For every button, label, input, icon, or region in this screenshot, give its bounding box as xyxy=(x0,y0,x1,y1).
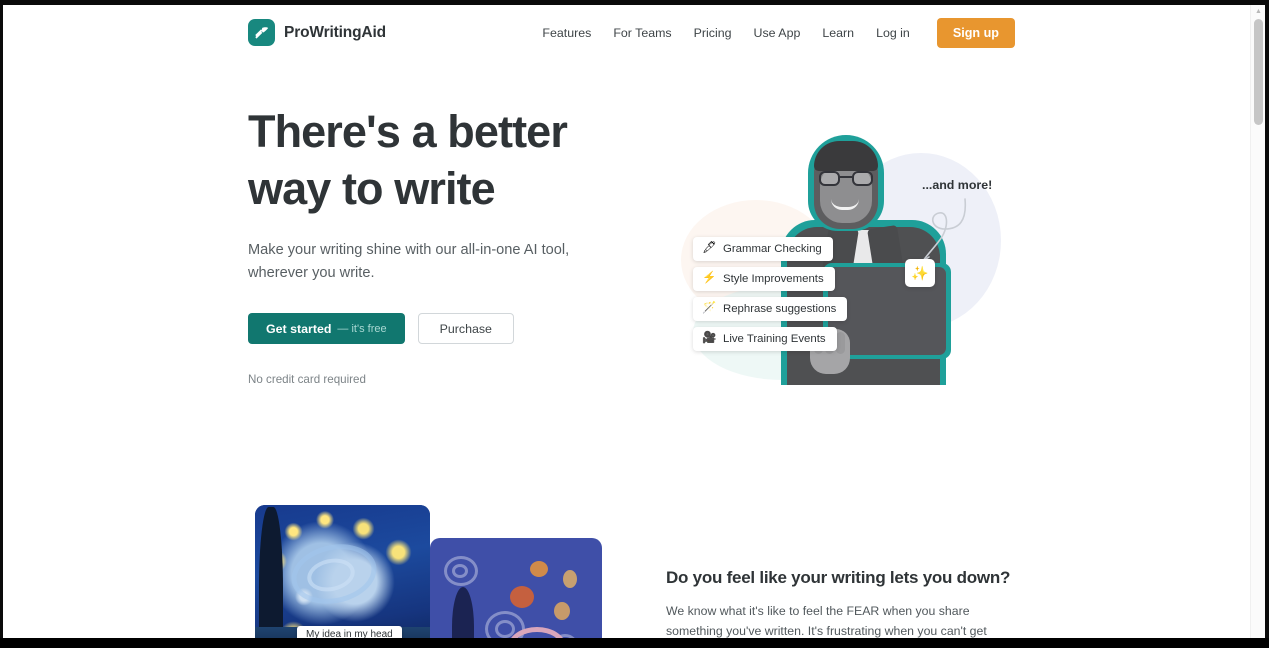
brand-logo[interactable]: ProWritingAid xyxy=(248,19,386,46)
hero-illustration: ...and more! ✨ 🖋 Grammar Checking ⚡ Styl xyxy=(663,115,1013,390)
feature-chip-label: Rephrase suggestions xyxy=(723,303,837,315)
feature-chip-label: Grammar Checking xyxy=(723,243,822,255)
feature-chip-list: 🖋 Grammar Checking ⚡ Style Improvements … xyxy=(693,237,848,357)
feature-chip-rephrase-suggestions[interactable]: 🪄 Rephrase suggestions xyxy=(693,297,848,321)
glasses-lens-left xyxy=(819,171,840,186)
feature-chip-live-training-events[interactable]: 🎥 Live Training Events xyxy=(693,327,837,351)
page-content: ProWritingAid Features For Teams Pricing… xyxy=(3,5,1250,638)
swirl-shape xyxy=(452,564,468,578)
section-title: Do you feel like your writing lets you d… xyxy=(666,568,1011,587)
brand-name: ProWritingAid xyxy=(284,23,386,41)
nav-link-pricing[interactable]: Pricing xyxy=(683,26,743,40)
sparkles-badge: ✨ xyxy=(905,259,935,287)
person-hair xyxy=(814,141,878,171)
page-title: There's a better way to write xyxy=(248,103,638,217)
glasses-bridge xyxy=(840,176,852,178)
painting-caption: My idea in my head xyxy=(297,626,402,638)
feature-chip-label: Style Improvements xyxy=(723,273,824,285)
glasses-lens-right xyxy=(852,171,873,186)
simplified-painting xyxy=(430,538,602,638)
nav-link-features[interactable]: Features xyxy=(531,26,602,40)
feature-chip-style-improvements[interactable]: ⚡ Style Improvements xyxy=(693,267,835,291)
section-writing-lets-you-down: Do you feel like your writing lets you d… xyxy=(666,568,1016,638)
hero-subtitle: Make your writing shine with our all-in-… xyxy=(248,242,570,281)
glasses-icon xyxy=(819,171,873,186)
get-started-label: Get started xyxy=(266,321,332,336)
star-blob xyxy=(563,570,577,588)
star-blob xyxy=(510,586,534,608)
browser-window: ProWritingAid Features For Teams Pricing… xyxy=(0,0,1269,648)
no-credit-card-note: No credit card required xyxy=(248,373,366,386)
hero-title-line-2: way to write xyxy=(248,163,496,214)
starry-night-painting: My idea in my head xyxy=(255,505,430,638)
nav-link-use-app[interactable]: Use App xyxy=(743,26,812,40)
nav-link-log-in[interactable]: Log in xyxy=(865,26,921,40)
painting-cypress xyxy=(259,507,283,638)
sign-up-button[interactable]: Sign up xyxy=(936,18,1015,48)
book-pages-icon xyxy=(248,19,275,46)
sparkles-icon: ✨ xyxy=(911,264,929,281)
movie-camera-icon: 🎥 xyxy=(702,332,717,345)
purchase-button[interactable]: Purchase xyxy=(417,313,514,344)
feature-chip-label: Live Training Events xyxy=(723,333,826,345)
section-body: We know what it's like to feel the FEAR … xyxy=(666,604,987,638)
cypress-tree-shape xyxy=(452,587,474,638)
window-bottom-edge xyxy=(0,638,1269,648)
star-blob xyxy=(554,602,570,620)
feather-pen-icon: 🖋 xyxy=(702,242,717,255)
nav-link-learn[interactable]: Learn xyxy=(811,26,865,40)
get-started-sublabel: — it's free xyxy=(337,322,387,335)
feature-chip-grammar-checking[interactable]: 🖋 Grammar Checking xyxy=(693,237,833,261)
site-header: ProWritingAid Features For Teams Pricing… xyxy=(3,5,1250,61)
scrollbar-thumb[interactable] xyxy=(1254,19,1263,125)
hero-copy: There's a better way to write Make your … xyxy=(248,103,638,386)
main-nav: Features For Teams Pricing Use App Learn… xyxy=(531,5,1015,61)
magic-wand-icon: 🪄 xyxy=(702,302,717,315)
star-blob xyxy=(530,561,548,577)
scroll-up-icon[interactable]: ▲ xyxy=(1255,8,1262,15)
hero-title-line-1: There's a better xyxy=(248,106,568,157)
page-viewport: ProWritingAid Features For Teams Pricing… xyxy=(3,5,1265,638)
page-scrollbar[interactable]: ▲ xyxy=(1250,5,1265,638)
lightning-bolt-icon: ⚡ xyxy=(702,272,717,285)
and-more-callout: ...and more! xyxy=(922,178,993,192)
get-started-button[interactable]: Get started — it's free xyxy=(248,313,405,344)
nav-link-for-teams[interactable]: For Teams xyxy=(602,26,682,40)
hero-cta-group: Get started — it's free Purchase xyxy=(248,313,638,344)
